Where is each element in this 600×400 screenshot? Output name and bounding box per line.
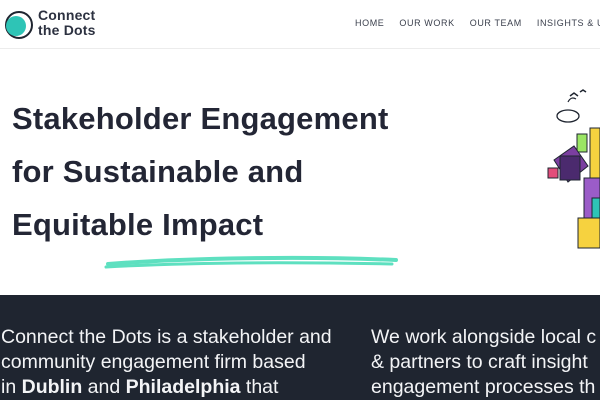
nav-item-home[interactable]: HOME (355, 18, 384, 28)
about-col1-line-2: community engagement firm based (1, 351, 306, 373)
nav-item-insights[interactable]: INSIGHTS & UPD (537, 18, 600, 28)
logo-mark-icon (5, 11, 33, 39)
about-col1-suffix: that (240, 376, 279, 398)
hero-title-line-1: Stakeholder Engagement (12, 101, 389, 136)
hero-title-line-3: Equitable Impact (12, 207, 264, 242)
about-col2-line-3: engagement processes th (371, 376, 596, 398)
main-menu: HOME OUR WORK OUR TEAM INSIGHTS & UPD (355, 18, 600, 28)
top-nav: Connect the Dots HOME OUR WORK OUR TEAM … (0, 0, 600, 49)
logo-text: Connect the Dots (38, 8, 96, 38)
city-dublin: Dublin (21, 376, 83, 398)
about-col1-line-1: Connect the Dots is a stakeholder and (1, 326, 332, 348)
hero-title-line-2: for Sustainable and (12, 154, 304, 189)
nav-item-our-team[interactable]: OUR TEAM (470, 18, 522, 28)
hero-title: Stakeholder Engagement for Sustainable a… (12, 92, 482, 251)
about-col1-and: and (82, 376, 126, 398)
city-illustration (547, 89, 600, 249)
about-col1-line-3: in Dublin and Philadelphia that (1, 375, 332, 400)
nav-item-our-work[interactable]: OUR WORK (399, 18, 454, 28)
about-col2-line-1: We work alongside local c (371, 326, 597, 348)
about-col1-prefix: in (1, 376, 22, 398)
hero-underline-stroke (104, 255, 398, 269)
logo[interactable]: Connect the Dots (4, 6, 114, 42)
city-philadelphia: Philadelphia (125, 376, 241, 398)
about-column-1: Connect the Dots is a stakeholder and co… (1, 325, 332, 400)
logo-line-1: Connect (38, 7, 96, 23)
about-band: Connect the Dots is a stakeholder and co… (0, 295, 600, 400)
about-column-2: We work alongside local c & partners to … (371, 325, 596, 400)
logo-line-2: the Dots (38, 22, 96, 38)
about-col2-line-2: & partners to craft insight (371, 351, 588, 373)
